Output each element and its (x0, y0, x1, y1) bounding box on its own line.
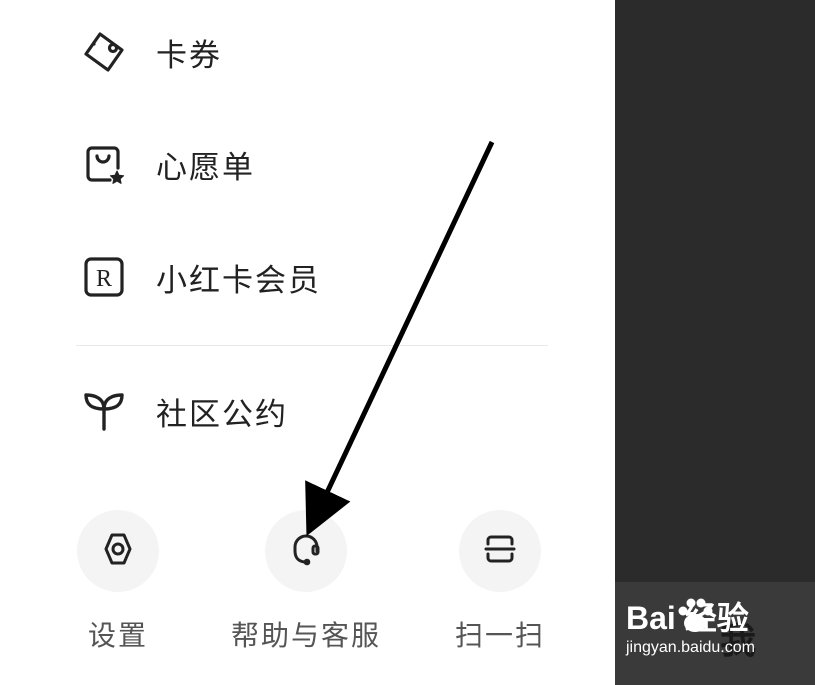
scan-label: 扫一扫 (454, 619, 545, 652)
screen: 卡券 心愿单 R 小红卡会员 社区公约 设置 帮助与客服 扫一扫 我 Bai 经… (0, 0, 815, 685)
settings-label: 设置 (87, 619, 148, 652)
wishlist-bag-star-icon (80, 139, 132, 189)
help-and-support-label: 帮助与客服 (231, 619, 382, 652)
scan-circle (459, 510, 541, 592)
menu-item-coupons[interactable]: 卡券 (80, 27, 222, 77)
baidu-jingyan-watermark: Bai 经验 jingyan.baidu.com (626, 598, 806, 668)
coupon-icon (80, 27, 132, 77)
settings-button[interactable]: 设置 (43, 510, 193, 660)
gear-icon (98, 529, 138, 573)
menu-item-community-guidelines[interactable]: 社区公约 (80, 386, 288, 436)
menu-item-label: 卡券 (156, 37, 222, 74)
settings-circle (77, 510, 159, 592)
svg-text:R: R (96, 266, 112, 292)
menu-item-label: 社区公约 (156, 396, 288, 433)
menu-divider (76, 345, 548, 346)
help-and-support-button[interactable]: 帮助与客服 (231, 510, 381, 660)
scan-icon (480, 529, 520, 573)
help-circle (265, 510, 347, 592)
r-card-icon: R (80, 252, 132, 302)
menu-item-label: 小红卡会员 (156, 262, 321, 299)
dim-overlay[interactable] (615, 0, 815, 685)
scan-button[interactable]: 扫一扫 (425, 510, 575, 660)
watermark-brand: Bai 经验 (626, 600, 749, 636)
menu-item-red-card-member[interactable]: R 小红卡会员 (80, 252, 321, 302)
headset-icon (286, 529, 326, 573)
sprout-icon (80, 386, 132, 436)
watermark-url: jingyan.baidu.com (626, 639, 755, 656)
menu-item-label: 心愿单 (156, 149, 255, 186)
menu-item-wishlist[interactable]: 心愿单 (80, 139, 255, 189)
side-drawer: 卡券 心愿单 R 小红卡会员 社区公约 设置 帮助与客服 扫一扫 (0, 0, 615, 685)
